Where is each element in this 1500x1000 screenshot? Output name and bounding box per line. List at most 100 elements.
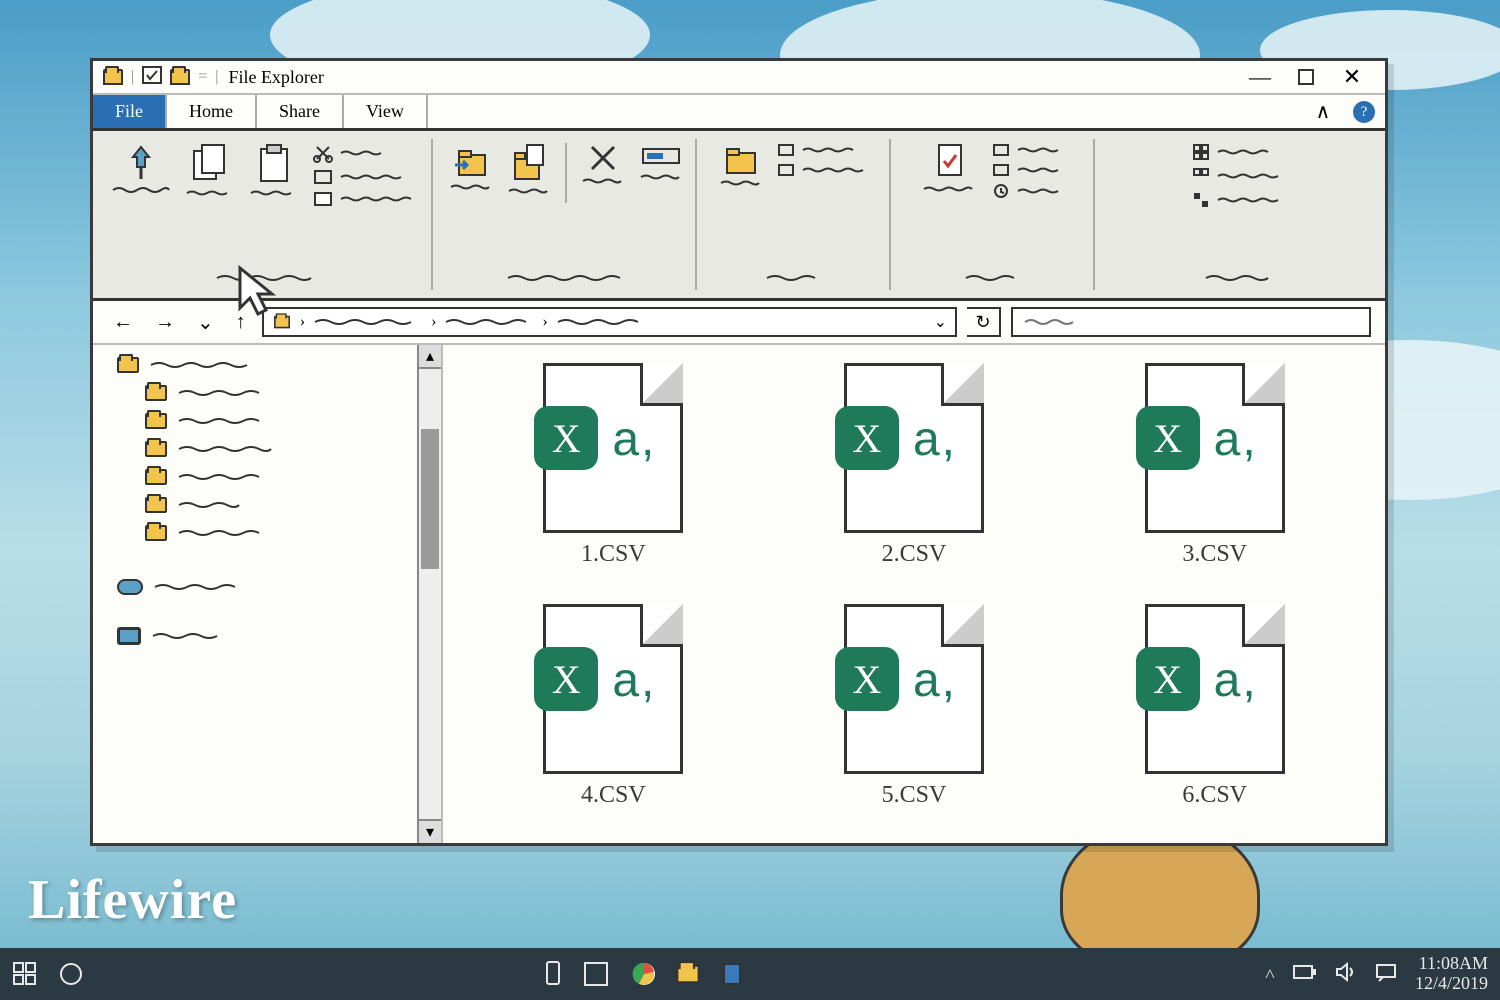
copy-path-button[interactable]: [313, 169, 419, 185]
breadcrumb-segment[interactable]: [313, 317, 423, 327]
help-icon[interactable]: ?: [1353, 101, 1375, 123]
delete-button[interactable]: [581, 143, 625, 185]
edit-button[interactable]: [992, 163, 1066, 177]
file-item[interactable]: Xa, 3.CSV: [1145, 363, 1285, 568]
address-bar-row: ← → ⌄ ↑ › › › ⌄ ↻: [93, 301, 1385, 345]
monitor-icon: [117, 627, 141, 645]
scrollbar-thumb[interactable]: [421, 429, 439, 569]
taskbar: ˄ 11:08AM 12/4/2019: [0, 948, 1500, 1000]
scrollbar-track[interactable]: [419, 369, 441, 819]
file-item[interactable]: Xa, 6.CSV: [1145, 604, 1285, 809]
properties-button[interactable]: [922, 143, 978, 193]
search-input[interactable]: [1011, 307, 1371, 337]
tree-item[interactable]: [145, 469, 435, 485]
move-to-button[interactable]: [449, 143, 493, 191]
taskbar-app[interactable]: [582, 960, 610, 988]
tree-root[interactable]: [117, 357, 435, 373]
invert-selection-button[interactable]: [1192, 191, 1286, 209]
maximize-button[interactable]: [1283, 63, 1329, 91]
open-button[interactable]: [992, 143, 1066, 157]
new-item-button[interactable]: [777, 143, 871, 157]
paste-button[interactable]: [249, 143, 299, 197]
recent-locations-button[interactable]: ⌄: [191, 308, 220, 337]
titlebar: | = | File Explorer — ✕: [93, 61, 1385, 95]
properties-icon[interactable]: [142, 66, 162, 89]
taskbar-app[interactable]: [544, 960, 562, 988]
file-item[interactable]: Xa, 5.CSV: [844, 604, 984, 809]
taskbar-explorer[interactable]: [678, 966, 698, 982]
refresh-button[interactable]: ↻: [967, 307, 1001, 337]
music-folder-icon: [145, 525, 167, 541]
tree-item[interactable]: [145, 441, 435, 457]
tree-onedrive[interactable]: [117, 579, 435, 595]
pin-button[interactable]: [111, 143, 171, 195]
file-label: 2.CSV: [882, 541, 947, 568]
content-area: ▴ ▾ Xa, 1.CSV Xa, 2.CSV Xa, 3.CSV Xa,: [93, 345, 1385, 843]
breadcrumb-segment[interactable]: [444, 317, 534, 327]
tray-chevron-up-icon[interactable]: ˄: [1265, 964, 1275, 985]
ribbon-group-organize: [437, 139, 697, 290]
ribbon-group-select: [1099, 139, 1379, 290]
tree-item[interactable]: [145, 525, 435, 541]
brand-watermark: Lifewire: [28, 868, 237, 932]
file-item[interactable]: Xa, 1.CSV: [543, 363, 683, 568]
copy-to-button[interactable]: [507, 143, 551, 195]
file-label: 3.CSV: [1182, 541, 1247, 568]
taskbar-chrome[interactable]: [630, 960, 658, 988]
select-all-button[interactable]: [1192, 143, 1286, 161]
scroll-up-button[interactable]: ▴: [419, 345, 441, 369]
paste-shortcut-button[interactable]: [313, 191, 419, 207]
cut-button[interactable]: [313, 143, 419, 163]
cloud-icon: [117, 579, 143, 595]
cortana-button[interactable]: [58, 961, 84, 987]
file-explorer-window: | = | File Explorer — ✕ File Home Share …: [90, 58, 1388, 846]
downloads-folder-icon: [145, 413, 167, 429]
collapse-ribbon-button[interactable]: ∧: [1303, 95, 1343, 128]
folder-icon: [117, 357, 139, 373]
battery-icon[interactable]: [1293, 964, 1317, 985]
tab-file[interactable]: File: [93, 95, 167, 128]
file-label: 6.CSV: [1182, 782, 1247, 809]
minimize-button[interactable]: —: [1237, 63, 1283, 91]
new-folder-button[interactable]: [719, 143, 763, 187]
up-button[interactable]: ↑: [230, 309, 252, 336]
close-button[interactable]: ✕: [1329, 63, 1375, 91]
select-none-button[interactable]: [1192, 167, 1286, 185]
tree-item[interactable]: [145, 497, 435, 513]
folder-icon: [103, 69, 123, 85]
taskbar-app[interactable]: [718, 960, 744, 988]
file-item[interactable]: Xa, 2.CSV: [844, 363, 984, 568]
folder-icon: [145, 441, 167, 457]
tab-view[interactable]: View: [344, 95, 428, 128]
chevron-right-icon: ›: [300, 313, 305, 331]
tree-this-pc[interactable]: [117, 627, 435, 645]
back-button[interactable]: ←: [107, 309, 139, 336]
tab-home[interactable]: Home: [167, 95, 257, 128]
notifications-icon[interactable]: [1375, 962, 1397, 987]
file-label: 1.CSV: [581, 541, 646, 568]
ribbon-group-new: [701, 139, 891, 290]
folder-icon[interactable]: [170, 69, 190, 85]
file-item[interactable]: Xa, 4.CSV: [543, 604, 683, 809]
address-bar[interactable]: › › › ⌄: [262, 307, 957, 337]
easy-access-button[interactable]: [777, 163, 871, 177]
csv-file-icon: Xa,: [844, 363, 984, 533]
system-tray: ˄ 11:08AM 12/4/2019: [1265, 954, 1488, 994]
taskbar-clock[interactable]: 11:08AM 12/4/2019: [1415, 954, 1488, 994]
tree-item[interactable]: [145, 413, 435, 429]
pictures-folder-icon: [145, 469, 167, 485]
forward-button[interactable]: →: [149, 309, 181, 336]
ribbon-group-open: [895, 139, 1095, 290]
breadcrumb-segment[interactable]: [556, 317, 646, 327]
history-button[interactable]: [992, 183, 1066, 199]
rename-button[interactable]: [639, 143, 683, 181]
volume-icon[interactable]: [1335, 962, 1357, 987]
copy-button[interactable]: [185, 143, 235, 197]
scroll-down-button[interactable]: ▾: [419, 819, 441, 843]
separator: |: [215, 68, 218, 86]
start-button[interactable]: [12, 961, 38, 987]
address-dropdown-button[interactable]: ⌄: [934, 312, 947, 332]
tree-item[interactable]: [145, 385, 435, 401]
tab-share[interactable]: Share: [257, 95, 344, 128]
csv-file-icon: Xa,: [543, 604, 683, 774]
